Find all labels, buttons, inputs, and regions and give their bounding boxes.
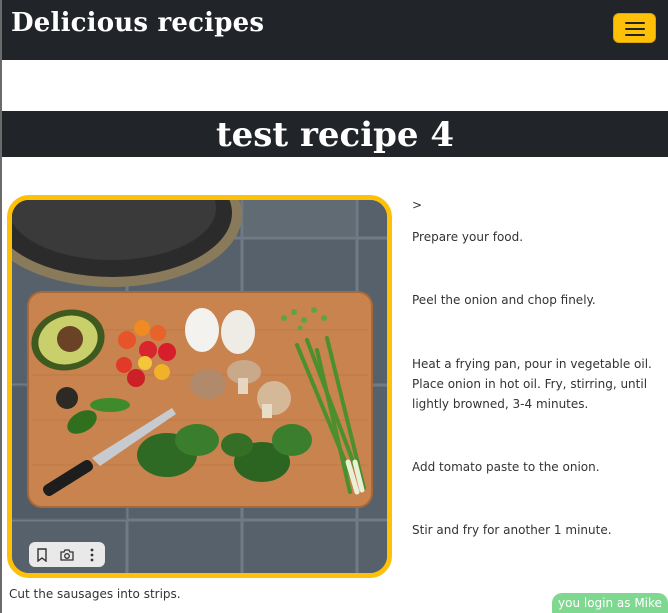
recipe-title: test recipe 4 [215,115,455,155]
recipe-photo [12,200,387,573]
brand-title[interactable]: Delicious recipes [11,8,264,38]
step-marker: > [412,198,423,212]
navbar-toggler-button[interactable] [613,13,656,43]
camera-icon[interactable] [56,544,78,566]
title-band: test recipe 4 [2,111,668,157]
navbar: Delicious recipes [2,0,668,60]
login-status-badge: you login as Mike [552,593,668,613]
step-text: Add tomato paste to the onion. [412,460,600,474]
page: Delicious recipes test recipe 4 > Prepar… [2,0,668,613]
image-toolbar [29,542,105,567]
more-vertical-icon[interactable] [81,544,103,566]
step-text: Heat a frying pan, pour in vegetable oil… [412,357,652,411]
recipe-image [7,195,392,578]
step-text: Prepare your food. [412,230,524,244]
step-caption: Cut the sausages into strips. [9,587,181,601]
step-text: Stir and fry for another 1 minute. [412,523,612,537]
step-text: Peel the onion and chop finely. [412,293,596,307]
bookmark-icon[interactable] [31,544,53,566]
